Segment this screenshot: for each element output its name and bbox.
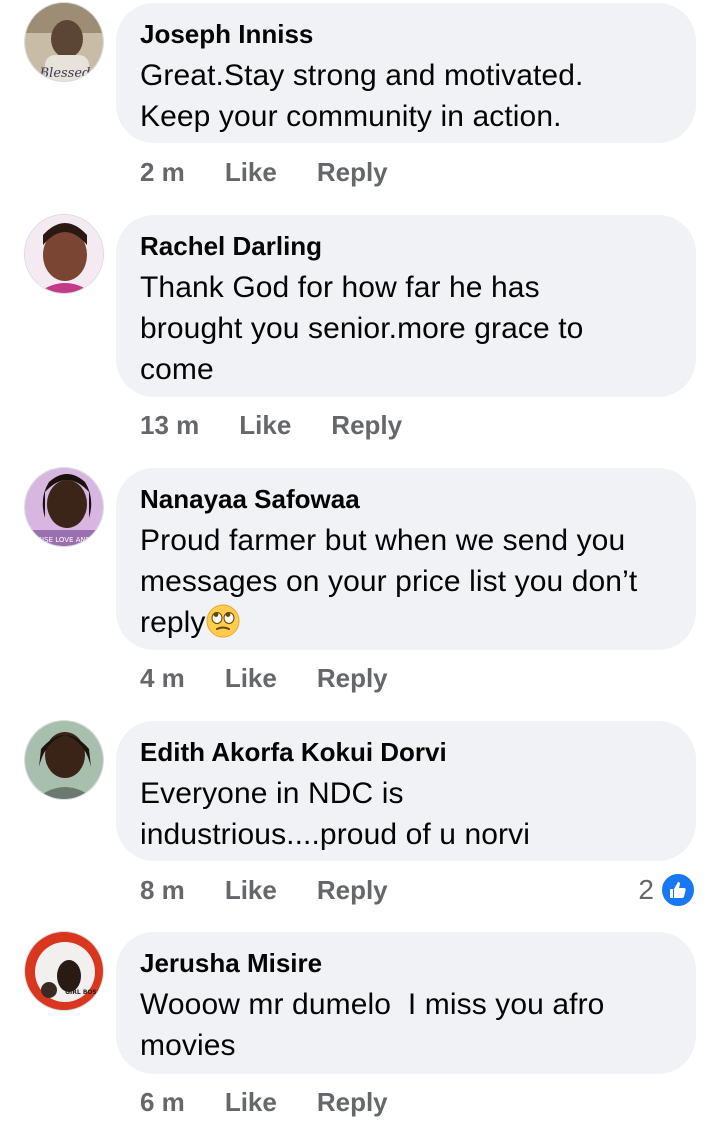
reaction-summary[interactable]: 2	[638, 872, 696, 908]
comment-author[interactable]: Joseph Inniss	[140, 19, 672, 49]
comment-timestamp[interactable]: 4 m	[140, 663, 185, 694]
comment-text: Everyone in NDC is industrious....proud …	[140, 773, 672, 855]
comment-timestamp[interactable]: 2 m	[140, 157, 185, 188]
comment-author[interactable]: Edith Akorfa Kokui Dorvi	[140, 737, 672, 767]
reply-button[interactable]: Reply	[317, 1087, 388, 1118]
like-button[interactable]: Like	[225, 1087, 277, 1118]
comment-actions: 8 m Like Reply	[140, 872, 388, 908]
comment-bubble: Nanayaa Safowaa Proud farmer but when we…	[116, 468, 696, 650]
like-button[interactable]: Like	[239, 410, 291, 441]
comment-timestamp[interactable]: 6 m	[140, 1087, 185, 1118]
comment-actions: 13 m Like Reply	[140, 407, 402, 443]
face-with-rolling-eyes-emoji	[206, 604, 240, 638]
avatar[interactable]	[24, 214, 104, 294]
comment-text-line: messages on your price list you don’t	[140, 565, 638, 598]
reaction-count: 2	[638, 874, 654, 905]
comment-author[interactable]: Rachel Darling	[140, 231, 672, 261]
comment-author[interactable]: Jerusha Misire	[140, 948, 672, 978]
comment-timestamp[interactable]: 8 m	[140, 875, 185, 906]
reply-button[interactable]: Reply	[317, 663, 388, 694]
comment-actions: 4 m Like Reply	[140, 660, 388, 696]
comment-text-line: come	[140, 353, 214, 386]
comment-text: Wooow mr dumelo I miss you afro movies	[140, 984, 672, 1066]
comment-actions: 2 m Like Reply	[140, 154, 388, 190]
comment-text-line: industrious....proud of u norvi	[140, 818, 530, 851]
avatar[interactable]: NSE LOVE AND	[24, 467, 104, 547]
thumbs-up-icon	[660, 872, 696, 908]
comment-timestamp[interactable]: 13 m	[140, 410, 199, 441]
comment-bubble: Joseph Inniss Great.Stay strong and moti…	[116, 3, 696, 143]
avatar-caption: GIRL BOSS	[65, 989, 101, 996]
avatar-caption: NSE LOVE AND	[39, 536, 91, 544]
comment-bubble: Edith Akorfa Kokui Dorvi Everyone in NDC…	[116, 721, 696, 861]
reply-button[interactable]: Reply	[331, 410, 402, 441]
reply-button[interactable]: Reply	[317, 875, 388, 906]
like-button[interactable]: Like	[225, 663, 277, 694]
comment-text-line: Keep your community in action.	[140, 100, 562, 133]
comment-text-line: Great.Stay strong and motivated.	[140, 59, 584, 92]
comment-text-line: Wooow mr dumelo I miss you afro	[140, 988, 605, 1021]
comment-text-line: brought you senior.more grace to	[140, 312, 584, 345]
comment-text-line: movies	[140, 1029, 236, 1062]
comment-text-line: Thank God for how far he has	[140, 271, 540, 304]
comment-text-line: reply	[140, 606, 206, 639]
comment-text-line-with-emoji: reply	[140, 602, 672, 643]
like-button[interactable]: Like	[225, 875, 277, 906]
like-button[interactable]: Like	[225, 157, 277, 188]
comment-text-line: Proud farmer but when we send you	[140, 524, 626, 557]
avatar[interactable]: GIRL BOSS	[24, 931, 104, 1011]
comment-actions: 6 m Like Reply	[140, 1084, 388, 1120]
comment-text: Great.Stay strong and motivated. Keep yo…	[140, 55, 672, 137]
reply-button[interactable]: Reply	[317, 157, 388, 188]
comment-text: Thank God for how far he has brought you…	[140, 267, 672, 390]
comment-text-line: Everyone in NDC is	[140, 777, 404, 810]
avatar-caption: Blessed	[39, 66, 91, 81]
comment-bubble: Jerusha Misire Wooow mr dumelo I miss yo…	[116, 932, 696, 1074]
avatar[interactable]: Blessed	[24, 2, 104, 82]
comment-text: Proud farmer but when we send you messag…	[140, 520, 672, 643]
avatar[interactable]	[24, 720, 104, 800]
comment-author[interactable]: Nanayaa Safowaa	[140, 484, 672, 514]
comment-bubble: Rachel Darling Thank God for how far he …	[116, 215, 696, 397]
